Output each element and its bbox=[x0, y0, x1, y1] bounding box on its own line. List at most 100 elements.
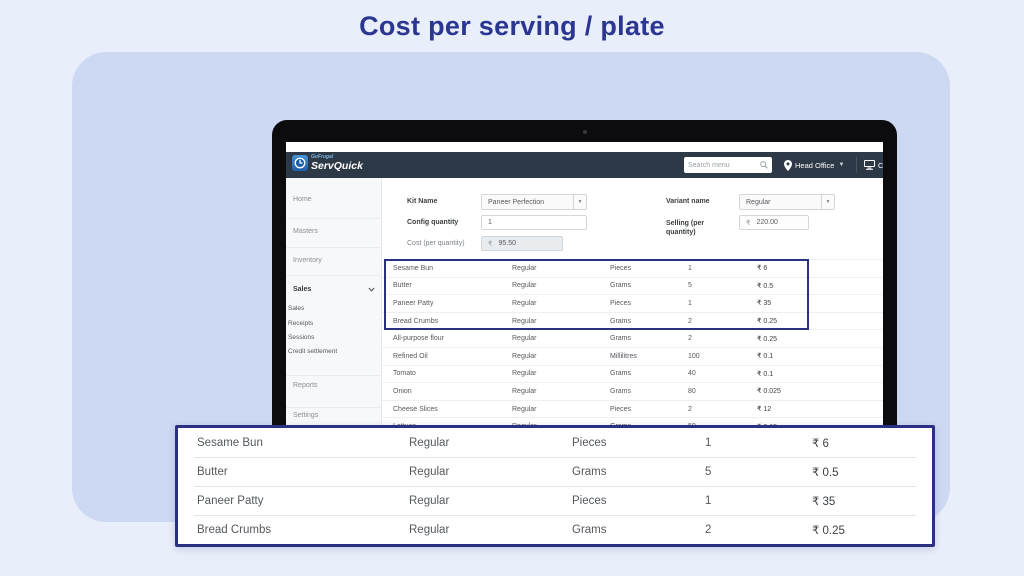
terminal-button[interactable]: C bbox=[864, 157, 883, 173]
dropdown-arrow-icon: ▼ bbox=[573, 195, 586, 209]
selling-per-quantity-input[interactable]: ₹ 220.00 bbox=[739, 215, 809, 230]
cell-unit: Grams bbox=[610, 282, 688, 289]
cell-variant: Regular bbox=[409, 524, 572, 536]
selling-per-quantity-value: 220.00 bbox=[756, 219, 777, 226]
topbar-divider bbox=[856, 157, 857, 173]
sidebar-divider bbox=[286, 275, 381, 276]
sidebar-item-reports[interactable]: Reports bbox=[293, 382, 318, 389]
cost-per-quantity-input: ₹ 95.50 bbox=[481, 236, 563, 251]
cell-name: Cheese Slices bbox=[382, 406, 512, 413]
cell-name: Butter bbox=[382, 282, 512, 289]
variant-name-select[interactable]: Regular ▼ bbox=[739, 194, 835, 210]
table-row[interactable]: OnionRegularGrams80₹ 0.025 bbox=[382, 383, 883, 401]
table-row[interactable]: TomatoRegularGrams40₹ 0.1 bbox=[382, 366, 883, 384]
search-input[interactable]: Search menu bbox=[684, 157, 772, 173]
kit-name-label: Kit Name bbox=[407, 198, 437, 205]
cell-qty: 5 bbox=[698, 466, 812, 478]
cell-unit: Grams bbox=[572, 524, 698, 536]
sidebar-subitem-receipts[interactable]: Receipts bbox=[288, 320, 313, 327]
cell-unit: Grams bbox=[610, 388, 688, 395]
cell-name: Refined Oil bbox=[382, 353, 512, 360]
cell-qty: 100 bbox=[688, 353, 757, 360]
sidebar-divider bbox=[286, 407, 381, 408]
sidebar-item-masters[interactable]: Masters bbox=[293, 228, 318, 235]
cell-variant: Regular bbox=[512, 265, 610, 272]
cell-qty: 1 bbox=[698, 437, 812, 449]
table-row: Sesame BunRegularPieces1₹ 6 bbox=[178, 428, 932, 457]
terminal-label: C bbox=[878, 161, 883, 170]
cell-price: ₹ 0.025 bbox=[757, 387, 883, 395]
table-row: Paneer PattyRegularPieces1₹ 35 bbox=[178, 486, 932, 515]
selling-per-quantity-label: Selling (per quantity) bbox=[666, 219, 724, 237]
table-row[interactable]: Paneer PattyRegularPieces1₹ 35 bbox=[382, 295, 883, 313]
caret-down-icon: ▼ bbox=[838, 162, 844, 168]
config-quantity-label: Config quantity bbox=[407, 219, 458, 226]
rupee-icon: ₹ bbox=[488, 240, 492, 248]
cell-unit: Grams bbox=[610, 318, 688, 325]
browser-strip bbox=[286, 142, 883, 152]
sidebar-item-home[interactable]: Home bbox=[293, 196, 312, 203]
cell-variant: Regular bbox=[512, 300, 610, 307]
cell-variant: Regular bbox=[409, 437, 572, 449]
cell-variant: Regular bbox=[512, 388, 610, 395]
cell-price: ₹ 12 bbox=[757, 405, 883, 413]
brand-product: ServQuick bbox=[311, 161, 363, 172]
sidebar-item-settings[interactable]: Settings bbox=[293, 412, 318, 419]
cell-qty: 5 bbox=[688, 282, 757, 289]
sidebar-subitem-sales[interactable]: Sales bbox=[288, 305, 304, 312]
cell-name: Butter bbox=[178, 466, 409, 478]
sidebar-subitem-credit-settlement[interactable]: Credit settlement bbox=[288, 348, 337, 355]
table-row[interactable]: Sesame BunRegularPieces1₹ 6 bbox=[382, 260, 883, 278]
cell-price: ₹ 35 bbox=[757, 299, 883, 307]
kit-name-select[interactable]: Paneer Perfection ▼ bbox=[481, 194, 587, 210]
cell-price: ₹ 35 bbox=[812, 494, 932, 508]
sidebar-item-inventory[interactable]: Inventory bbox=[293, 257, 322, 264]
cell-price: ₹ 0.25 bbox=[757, 317, 883, 325]
location-selector[interactable]: Head Office ▼ bbox=[784, 157, 844, 173]
laptop-mockup: GoFrugal ServQuick Search menu Head Offi… bbox=[272, 120, 897, 430]
sidebar-item-sales[interactable]: Sales bbox=[293, 286, 375, 293]
laptop-screen: GoFrugal ServQuick Search menu Head Offi… bbox=[286, 142, 883, 430]
cell-unit: Grams bbox=[610, 335, 688, 342]
search-placeholder: Search menu bbox=[688, 162, 760, 169]
chevron-down-icon bbox=[368, 287, 375, 292]
clock-logo-icon bbox=[292, 155, 308, 171]
config-quantity-value: 1 bbox=[488, 219, 492, 226]
laptop-camera-dot bbox=[583, 130, 587, 134]
table-row[interactable]: Bread CrumbsRegularGrams2₹ 0.25 bbox=[382, 313, 883, 331]
cell-price: ₹ 0.1 bbox=[757, 352, 883, 360]
cell-name: Onion bbox=[382, 388, 512, 395]
main-content: Kit Name Paneer Perfection ▼ Variant nam… bbox=[382, 178, 883, 430]
sidebar: Home Masters Inventory Sales Sales Recei… bbox=[286, 178, 382, 430]
cell-unit: Millilitres bbox=[610, 353, 688, 360]
app-logo[interactable]: GoFrugal ServQuick bbox=[292, 155, 363, 172]
table-row[interactable]: Refined OilRegularMillilitres100₹ 0.1 bbox=[382, 348, 883, 366]
cell-price: ₹ 0.5 bbox=[757, 282, 883, 290]
variant-name-label: Variant name bbox=[666, 198, 710, 205]
sidebar-divider bbox=[286, 247, 381, 248]
table-row[interactable]: Cheese SlicesRegularPieces2₹ 12 bbox=[382, 401, 883, 419]
cell-variant: Regular bbox=[512, 282, 610, 289]
kit-name-value: Paneer Perfection bbox=[482, 199, 573, 206]
cell-name: Paneer Patty bbox=[178, 495, 409, 507]
cell-unit: Grams bbox=[572, 466, 698, 478]
table-row[interactable]: All-purpose flourRegularGrams2₹ 0.25 bbox=[382, 330, 883, 348]
ingredients-table: Sesame BunRegularPieces1₹ 6ButterRegular… bbox=[382, 259, 883, 430]
zoom-callout-table: Sesame BunRegularPieces1₹ 6ButterRegular… bbox=[175, 425, 935, 547]
sidebar-subitem-sessions[interactable]: Sessions bbox=[288, 334, 314, 341]
variant-name-value: Regular bbox=[740, 199, 821, 206]
table-row: ButterRegularGrams5₹ 0.5 bbox=[178, 457, 932, 486]
cost-per-quantity-label: Cost (per quantity) bbox=[407, 240, 465, 247]
cell-qty: 2 bbox=[688, 406, 757, 413]
cell-variant: Regular bbox=[409, 466, 572, 478]
table-row[interactable]: ButterRegularGrams5₹ 0.5 bbox=[382, 278, 883, 296]
cell-price: ₹ 0.25 bbox=[812, 523, 932, 537]
config-quantity-input[interactable]: 1 bbox=[481, 215, 587, 230]
slide-card: GoFrugal ServQuick Search menu Head Offi… bbox=[72, 52, 950, 522]
cell-qty: 80 bbox=[688, 388, 757, 395]
cell-variant: Regular bbox=[512, 370, 610, 377]
cell-unit: Pieces bbox=[610, 265, 688, 272]
cell-variant: Regular bbox=[512, 406, 610, 413]
cell-price: ₹ 6 bbox=[812, 436, 932, 450]
app-topbar: GoFrugal ServQuick Search menu Head Offi… bbox=[286, 152, 883, 178]
